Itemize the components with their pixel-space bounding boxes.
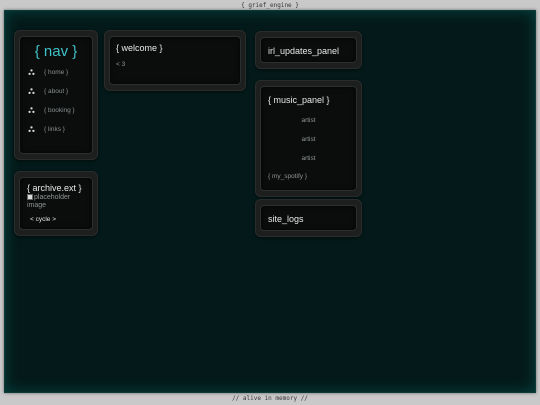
nav-item-links[interactable]: { links } <box>28 126 88 136</box>
nav-item-label: { booking } <box>44 107 75 114</box>
nav-card: { nav } { home } { about } { booking } {… <box>14 30 98 160</box>
triangle-dots-icon <box>28 107 35 114</box>
window-title: { grief_engine } <box>241 2 299 9</box>
irl-updates-card: irl_updates_panel <box>255 31 362 69</box>
footer-label: // alive in memory // <box>232 395 308 402</box>
irl-updates-panel: irl_updates_panel <box>260 37 357 63</box>
triangle-dots-icon <box>28 126 35 133</box>
triangle-dots-icon <box>28 69 35 76</box>
welcome-panel: { welcome } < 3 <box>109 36 241 85</box>
nav-item-label: { links } <box>44 126 65 133</box>
archive-panel: { archive.ext } placeholder image < cycl… <box>19 177 93 230</box>
welcome-title: { welcome } <box>116 43 163 53</box>
music-panel: { music_panel } artist artist artist { m… <box>260 86 357 191</box>
main-screen: { nav } { home } { about } { booking } {… <box>4 10 536 393</box>
nav-item-label: { about } <box>44 88 69 95</box>
nav-item-booking[interactable]: { booking } <box>28 107 88 117</box>
site-logs-card: site_logs <box>255 199 362 237</box>
welcome-card: { welcome } < 3 <box>104 30 246 91</box>
nav-title: { nav } <box>34 43 78 60</box>
cycle-button[interactable]: < cycle > <box>30 216 56 223</box>
welcome-text: < 3 <box>116 61 126 68</box>
spotify-link[interactable]: { my_spotify } <box>268 173 307 180</box>
archive-title: { archive.ext } <box>27 183 82 193</box>
nav-item-home[interactable]: { home } <box>28 69 88 79</box>
music-card: { music_panel } artist artist artist { m… <box>255 80 362 197</box>
music-title: { music_panel } <box>268 95 330 105</box>
image-alt-text: placeholder image <box>27 194 71 209</box>
site-logs-title: site_logs <box>268 214 304 224</box>
nav-panel: { nav } { home } { about } { booking } {… <box>19 36 93 154</box>
triangle-dots-icon <box>28 88 35 95</box>
artist-item: artist <box>301 136 316 143</box>
nav-item-about[interactable]: { about } <box>28 88 88 98</box>
nav-item-label: { home } <box>44 69 69 76</box>
artist-item: artist <box>301 117 316 124</box>
artist-item: artist <box>301 155 316 162</box>
irl-updates-title: irl_updates_panel <box>268 46 340 56</box>
site-logs-panel: site_logs <box>260 205 357 231</box>
broken-image-icon <box>27 194 33 200</box>
archive-card: { archive.ext } placeholder image < cycl… <box>14 171 98 236</box>
placeholder-image: placeholder image <box>27 194 87 210</box>
